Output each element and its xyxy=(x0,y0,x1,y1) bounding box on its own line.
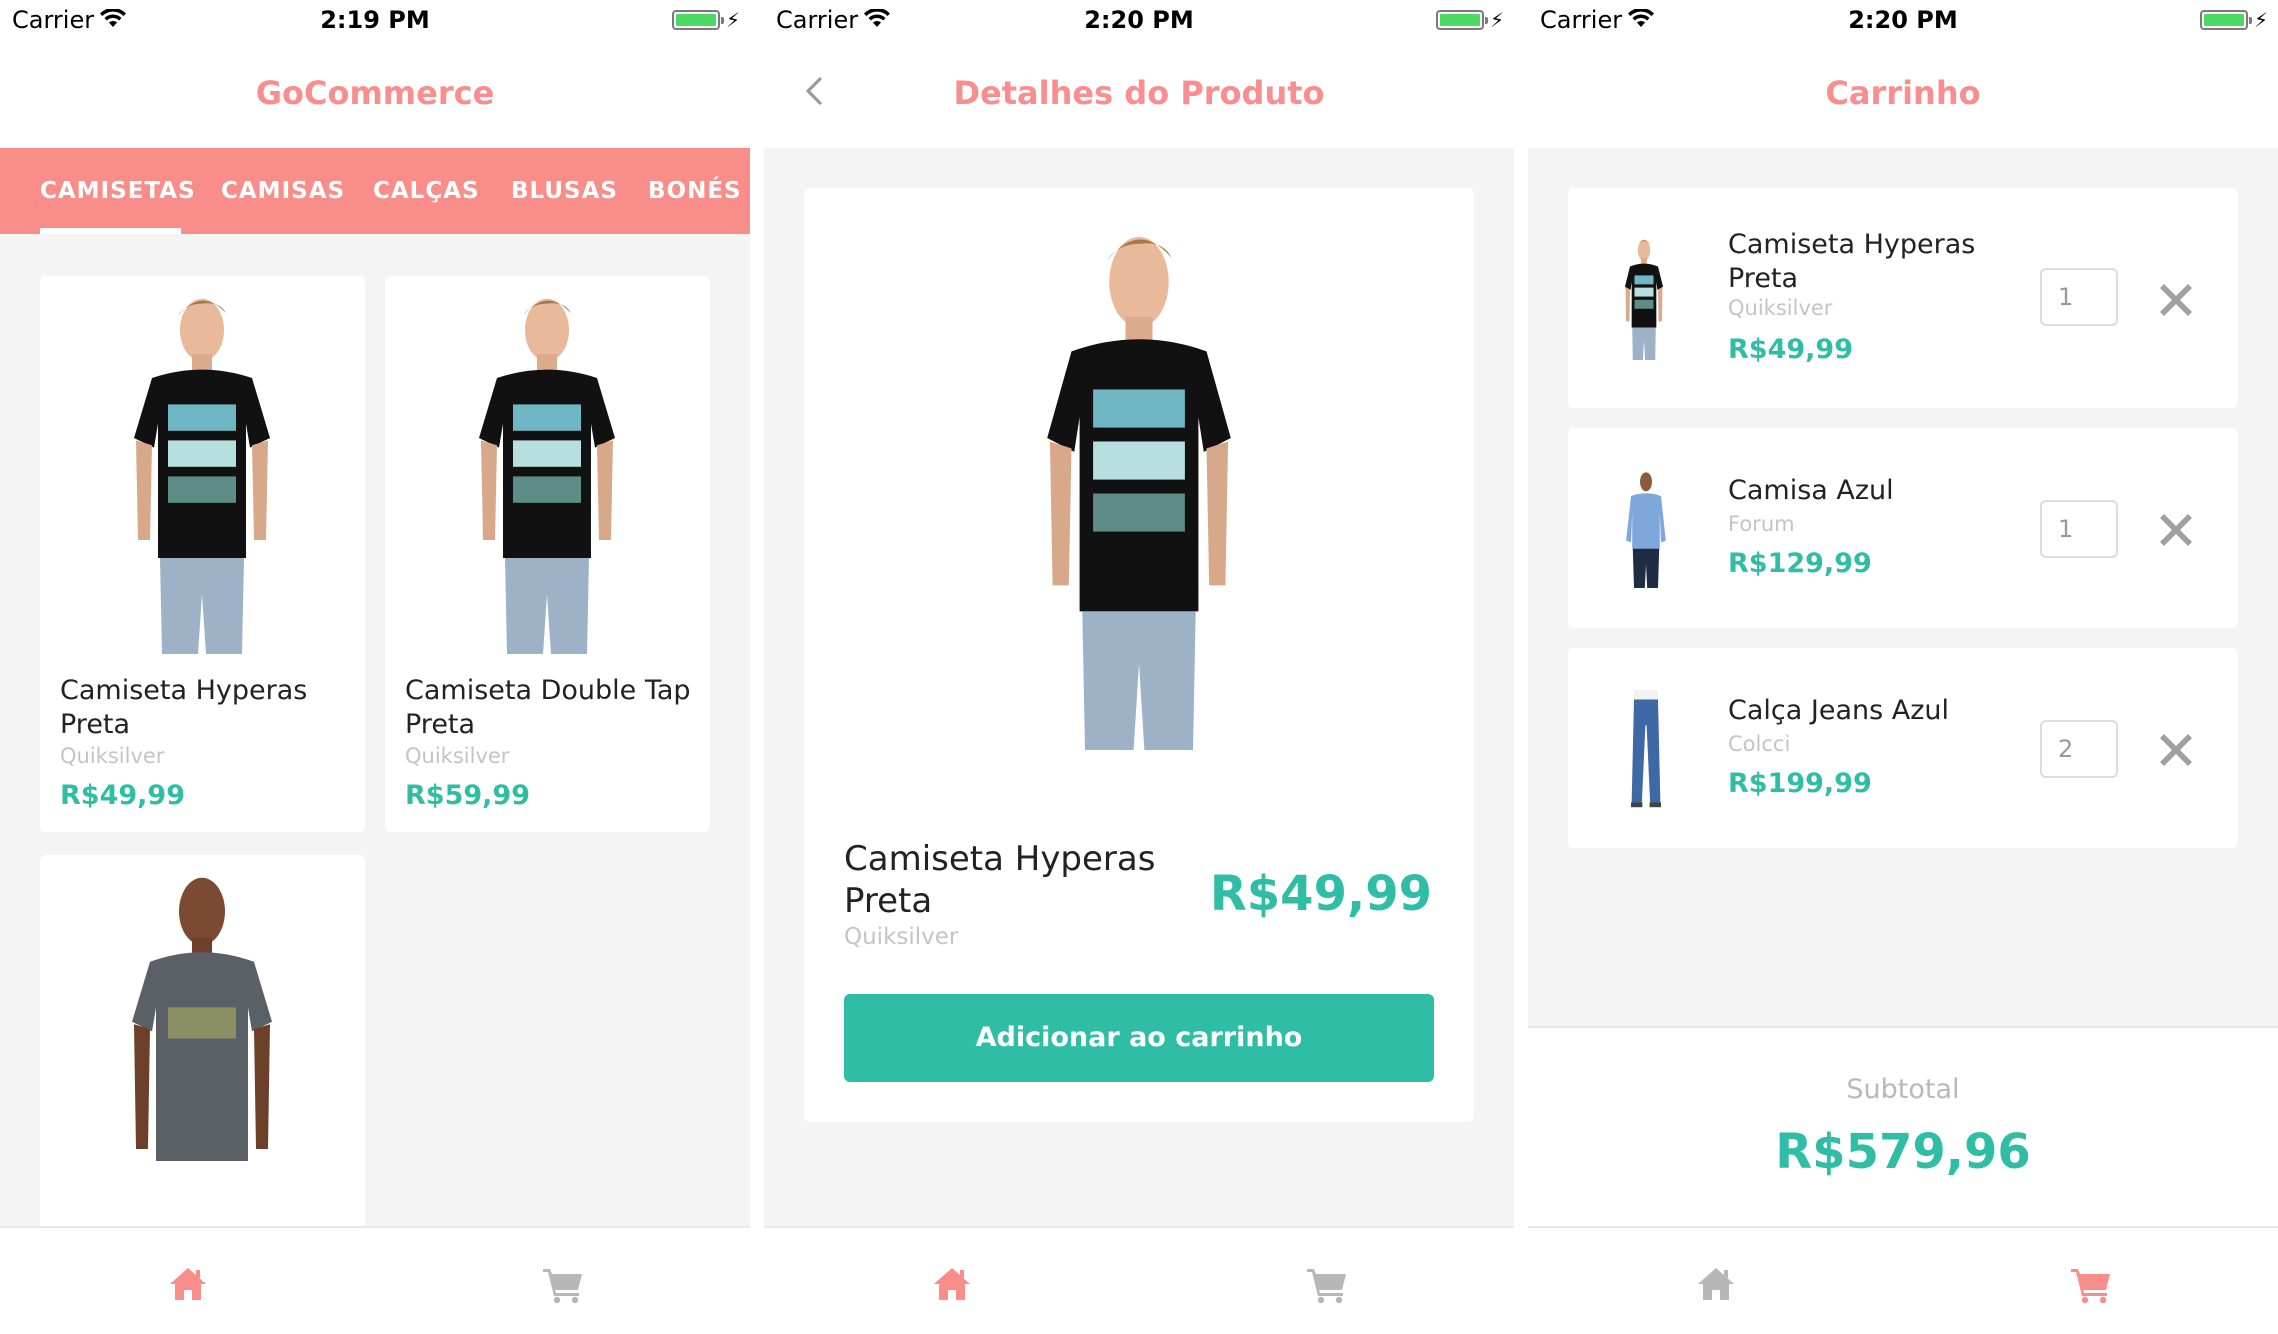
charging-icon: ⚡ xyxy=(725,8,740,32)
tab-bar xyxy=(0,1226,750,1334)
category-tabs: CAMISETAS CAMISAS CALÇAS BLUSAS BONÉS xyxy=(0,148,750,234)
subtotal-section: Subtotal R$579,96 xyxy=(1528,1026,2278,1226)
cart-item-brand: Colcci xyxy=(1728,732,1791,756)
status-bar: Carrier 2:20 PM ⚡ xyxy=(764,0,1514,40)
tab-bar xyxy=(1528,1226,2278,1334)
add-to-cart-button[interactable]: Adicionar ao carrinho xyxy=(844,994,1434,1082)
cart-screen: Carrier 2:20 PM ⚡ Carrinho Camiseta Hype… xyxy=(1528,0,2278,1334)
cart-icon[interactable] xyxy=(1306,1266,1348,1304)
product-brand: Quiksilver xyxy=(844,924,959,950)
cart-icon[interactable] xyxy=(542,1266,584,1304)
product-name: Camiseta Double Tap Preta xyxy=(405,675,691,740)
battery-icon xyxy=(1436,10,1488,30)
grey-tshirt-model-image xyxy=(102,873,302,1233)
product-brand: Quiksilver xyxy=(405,744,510,768)
page-title: GoCommerce xyxy=(255,74,495,112)
clock: 2:20 PM xyxy=(1084,6,1194,34)
charging-icon: ⚡ xyxy=(2253,8,2268,32)
cart-item: Camisa Azul Forum R$129,99 1 xyxy=(1568,428,2238,628)
cart-item-price: R$129,99 xyxy=(1728,548,1872,579)
cart-icon[interactable] xyxy=(2070,1266,2112,1304)
product-price: R$49,99 xyxy=(60,780,185,811)
home-icon[interactable] xyxy=(932,1266,972,1302)
home-icon[interactable] xyxy=(1696,1266,1736,1302)
cart-item-price: R$199,99 xyxy=(1728,768,1872,799)
cart-item-name: Calça Jeans Azul xyxy=(1728,695,1950,726)
product-detail-screen: Carrier 2:20 PM ⚡ Detalhes do Produto Ca… xyxy=(764,0,1514,1334)
tab-camisetas[interactable]: CAMISETAS xyxy=(40,178,196,204)
product-detail-card: Camiseta Hyperas Preta Quiksilver R$49,9… xyxy=(804,188,1474,1122)
header: Detalhes do Produto xyxy=(764,40,1514,148)
battery-icon xyxy=(672,10,724,30)
product-card[interactable]: Camiseta Double Tap Preta Quiksilver R$5… xyxy=(385,276,710,832)
screens: Carrier 2:19 PM ⚡ GoCommerce CAMISETAS C… xyxy=(0,0,2278,1334)
remove-icon[interactable] xyxy=(2158,732,2194,768)
product-card[interactable] xyxy=(40,855,365,1275)
header: GoCommerce xyxy=(0,40,750,148)
status-bar: Carrier 2:20 PM ⚡ xyxy=(1528,0,2278,40)
active-tab-indicator xyxy=(40,228,181,234)
clock: 2:19 PM xyxy=(320,6,430,34)
tab-bones[interactable]: BONÉS xyxy=(648,178,742,204)
header: Carrinho xyxy=(1528,40,2278,148)
product-brand: Quiksilver xyxy=(60,744,165,768)
cart-item-price: R$49,99 xyxy=(1728,334,1853,365)
cart-item-name: Camisa Azul xyxy=(1728,475,1894,506)
blue-jeans-model-image xyxy=(1616,690,1676,808)
page-title: Carrinho xyxy=(1825,74,1981,112)
black-tshirt-model-image xyxy=(447,294,647,654)
quantity-field[interactable]: 1 xyxy=(2040,268,2118,326)
tab-bar xyxy=(764,1226,1514,1334)
subtotal-value: R$579,96 xyxy=(1775,1124,2031,1180)
black-tshirt-model-image xyxy=(1616,238,1672,360)
cart-item-brand: Forum xyxy=(1728,512,1795,536)
product-price: R$49,99 xyxy=(1209,866,1432,922)
blue-shirt-model-image xyxy=(1616,470,1676,588)
tab-camisas[interactable]: CAMISAS xyxy=(221,178,345,204)
product-card[interactable]: Camiseta Hyperas Preta Quiksilver R$49,9… xyxy=(40,276,365,832)
cart-item: Calça Jeans Azul Colcci R$199,99 2 xyxy=(1568,648,2238,848)
remove-icon[interactable] xyxy=(2158,512,2194,548)
home-icon[interactable] xyxy=(168,1266,208,1302)
status-bar: Carrier 2:19 PM ⚡ xyxy=(0,0,750,40)
subtotal-label: Subtotal xyxy=(1846,1074,1960,1105)
cart-item-name: Camiseta Hyperas Preta xyxy=(1728,229,1976,294)
product-name: Camiseta Hyperas Preta xyxy=(844,839,1156,921)
cart-item-brand: Quiksilver xyxy=(1728,296,1833,320)
tab-blusas[interactable]: BLUSAS xyxy=(511,178,618,204)
battery-icon xyxy=(2200,10,2252,30)
product-price: R$59,99 xyxy=(405,780,530,811)
tab-calcas[interactable]: CALÇAS xyxy=(373,178,480,204)
product-name: Camiseta Hyperas Preta xyxy=(60,675,308,740)
quantity-field[interactable]: 2 xyxy=(2040,720,2118,778)
quantity-field[interactable]: 1 xyxy=(2040,500,2118,558)
page-title: Detalhes do Produto xyxy=(953,74,1325,112)
home-screen: Carrier 2:19 PM ⚡ GoCommerce CAMISETAS C… xyxy=(0,0,750,1334)
charging-icon: ⚡ xyxy=(1489,8,1504,32)
clock: 2:20 PM xyxy=(1848,6,1958,34)
black-tshirt-model-image xyxy=(102,294,302,654)
remove-icon[interactable] xyxy=(2158,282,2194,318)
cart-item: Camiseta Hyperas Preta Quiksilver R$49,9… xyxy=(1568,188,2238,408)
black-tshirt-model-image xyxy=(1004,230,1274,750)
